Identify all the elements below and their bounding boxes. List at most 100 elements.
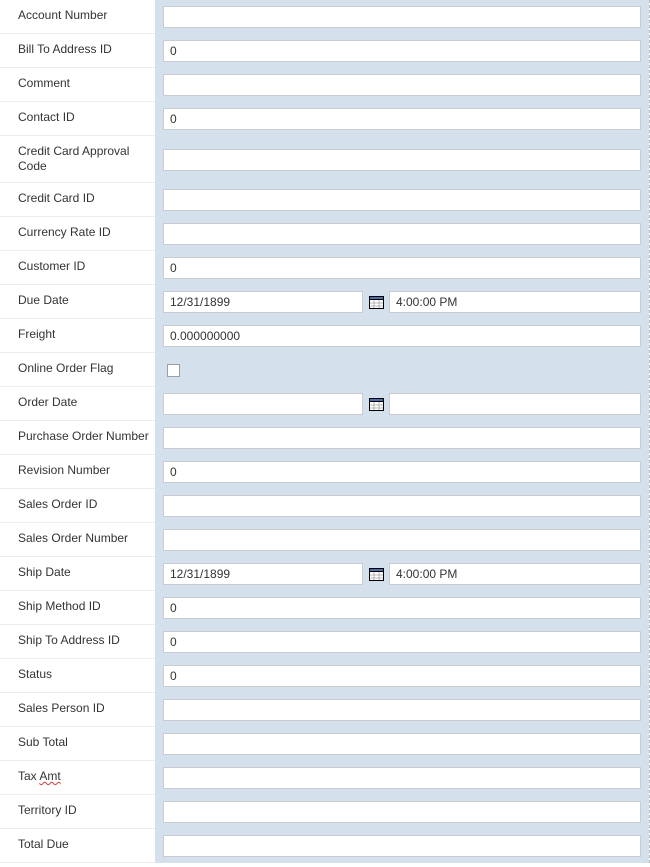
row-sales-order-id: Sales Order ID [0, 489, 649, 523]
label-revision-number: Revision Number [0, 455, 155, 489]
row-sales-person-id: Sales Person ID [0, 693, 649, 727]
label-ship-method-id: Ship Method ID [0, 591, 155, 625]
input-freight[interactable] [163, 325, 641, 347]
input-credit-card-approval-code[interactable] [163, 149, 641, 171]
cell-customer-id [155, 251, 649, 285]
cell-purchase-order-number [155, 421, 649, 455]
input-total-due[interactable] [163, 835, 641, 857]
label-customer-id: Customer ID [0, 251, 155, 285]
label-tax-amt: Tax Amt [0, 761, 155, 795]
row-account-number: Account Number [0, 0, 649, 34]
cell-bill-to-address-id [155, 34, 649, 68]
cell-credit-card-id [155, 183, 649, 217]
label-bill-to-address-id: Bill To Address ID [0, 34, 155, 68]
cell-ship-method-id [155, 591, 649, 625]
cell-total-due [155, 829, 649, 863]
row-credit-card-id: Credit Card ID [0, 183, 649, 217]
input-bill-to-address-id[interactable] [163, 40, 641, 62]
row-ship-method-id: Ship Method ID [0, 591, 649, 625]
cell-sales-person-id [155, 693, 649, 727]
label-online-order-flag: Online Order Flag [0, 353, 155, 387]
label-account-number: Account Number [0, 0, 155, 34]
row-due-date: Due Date [0, 285, 649, 319]
cell-ship-date [155, 557, 649, 591]
row-sub-total: Sub Total [0, 727, 649, 761]
label-status: Status [0, 659, 155, 693]
calendar-icon [369, 567, 384, 581]
cell-freight [155, 319, 649, 353]
label-credit-card-approval-code: Credit Card Approval Code [0, 136, 155, 183]
cell-ship-to-address-id [155, 625, 649, 659]
input-purchase-order-number[interactable] [163, 427, 641, 449]
form-container: Account Number Bill To Address ID Commen… [0, 0, 650, 863]
calendar-icon [369, 295, 384, 309]
row-credit-card-approval-code: Credit Card Approval Code [0, 136, 649, 183]
input-revision-number[interactable] [163, 461, 641, 483]
input-ship-to-address-id[interactable] [163, 631, 641, 653]
label-territory-id: Territory ID [0, 795, 155, 829]
input-currency-rate-id[interactable] [163, 223, 641, 245]
cell-due-date [155, 285, 649, 319]
input-account-number[interactable] [163, 6, 641, 28]
label-credit-card-id: Credit Card ID [0, 183, 155, 217]
label-comment: Comment [0, 68, 155, 102]
checkbox-online-order-flag[interactable] [167, 364, 180, 377]
row-ship-date: Ship Date [0, 557, 649, 591]
input-comment[interactable] [163, 74, 641, 96]
input-order-time[interactable] [389, 393, 641, 415]
cell-tax-amt [155, 761, 649, 795]
row-contact-id: Contact ID [0, 102, 649, 136]
input-due-time[interactable] [389, 291, 641, 313]
label-total-due: Total Due [0, 829, 155, 863]
cell-order-date [155, 387, 649, 421]
input-credit-card-id[interactable] [163, 189, 641, 211]
input-status[interactable] [163, 665, 641, 687]
label-sales-order-number: Sales Order Number [0, 523, 155, 557]
input-due-date[interactable] [163, 291, 363, 313]
calendar-button-order-date[interactable] [367, 395, 385, 413]
row-revision-number: Revision Number [0, 455, 649, 489]
calendar-button-ship-date[interactable] [367, 565, 385, 583]
row-total-due: Total Due [0, 829, 649, 863]
row-status: Status [0, 659, 649, 693]
input-sub-total[interactable] [163, 733, 641, 755]
input-territory-id[interactable] [163, 801, 641, 823]
row-comment: Comment [0, 68, 649, 102]
input-sales-order-number[interactable] [163, 529, 641, 551]
label-order-date: Order Date [0, 387, 155, 421]
label-freight: Freight [0, 319, 155, 353]
input-tax-amt[interactable] [163, 767, 641, 789]
input-ship-date[interactable] [163, 563, 363, 585]
calendar-button-due-date[interactable] [367, 293, 385, 311]
label-purchase-order-number: Purchase Order Number [0, 421, 155, 455]
input-sales-order-id[interactable] [163, 495, 641, 517]
label-sales-order-id: Sales Order ID [0, 489, 155, 523]
cell-territory-id [155, 795, 649, 829]
input-sales-person-id[interactable] [163, 699, 641, 721]
cell-account-number [155, 0, 649, 34]
label-contact-id: Contact ID [0, 102, 155, 136]
row-sales-order-number: Sales Order Number [0, 523, 649, 557]
cell-status [155, 659, 649, 693]
input-ship-time[interactable] [389, 563, 641, 585]
cell-credit-card-approval-code [155, 136, 649, 183]
row-tax-amt: Tax Amt [0, 761, 649, 795]
input-ship-method-id[interactable] [163, 597, 641, 619]
calendar-icon [369, 397, 384, 411]
row-online-order-flag: Online Order Flag [0, 353, 649, 387]
label-sub-total: Sub Total [0, 727, 155, 761]
cell-sub-total [155, 727, 649, 761]
label-currency-rate-id: Currency Rate ID [0, 217, 155, 251]
label-ship-date: Ship Date [0, 557, 155, 591]
row-customer-id: Customer ID [0, 251, 649, 285]
input-customer-id[interactable] [163, 257, 641, 279]
input-order-date[interactable] [163, 393, 363, 415]
row-territory-id: Territory ID [0, 795, 649, 829]
label-sales-person-id: Sales Person ID [0, 693, 155, 727]
cell-contact-id [155, 102, 649, 136]
input-contact-id[interactable] [163, 108, 641, 130]
cell-currency-rate-id [155, 217, 649, 251]
row-order-date: Order Date [0, 387, 649, 421]
cell-comment [155, 68, 649, 102]
row-purchase-order-number: Purchase Order Number [0, 421, 649, 455]
